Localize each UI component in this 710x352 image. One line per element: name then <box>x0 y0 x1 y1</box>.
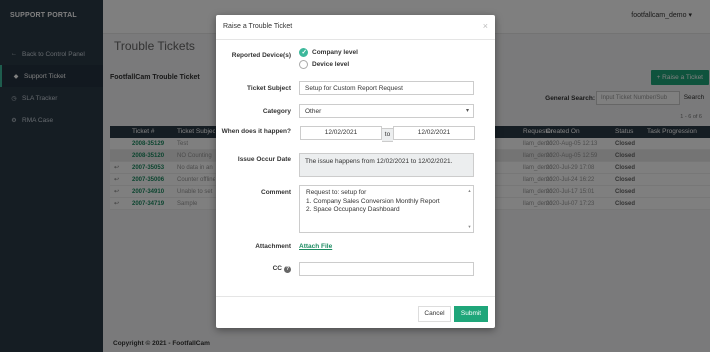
scrollbar[interactable]: ▲ ▼ <box>467 187 472 231</box>
radio-device-level[interactable]: Device level <box>299 60 349 69</box>
comment-line: 2. Space Occupancy Dashboard <box>306 206 400 213</box>
ticket-subject-input[interactable]: Setup for Custom Report Request <box>299 81 474 95</box>
reported-devices-label: Reported Device(s) <box>231 52 291 59</box>
date-from-input[interactable]: 12/02/2021 <box>300 126 382 140</box>
comment-line: 1. Company Sales Conversion Monthly Repo… <box>306 197 440 205</box>
cc-input[interactable] <box>299 262 474 276</box>
cc-label: CC? <box>221 265 291 273</box>
radio-label: Device level <box>312 61 350 68</box>
raise-ticket-modal: Raise a Trouble Ticket × Reported Device… <box>216 15 495 328</box>
ticket-subject-label: Ticket Subject <box>247 85 291 92</box>
radio-checked-icon <box>299 48 308 57</box>
issue-occur-date-field: The issue happens from 12/02/2021 to 12/… <box>299 153 474 177</box>
category-value: Other <box>305 108 322 115</box>
scroll-down-icon[interactable]: ▼ <box>468 223 472 232</box>
divider <box>216 39 495 40</box>
attach-file-link[interactable]: Attach File <box>299 243 332 250</box>
scroll-up-icon[interactable]: ▲ <box>468 187 472 196</box>
close-icon[interactable]: × <box>483 21 488 31</box>
when-label: When does it happen? <box>221 128 291 135</box>
radio-label: Company level <box>312 49 358 56</box>
submit-button[interactable]: Submit <box>454 306 488 322</box>
comment-label: Comment <box>261 189 291 196</box>
radio-company-level[interactable]: Company level <box>299 48 358 57</box>
cancel-button[interactable]: Cancel <box>418 306 451 322</box>
category-select[interactable]: Other ▾ <box>299 104 474 118</box>
cc-label-text: CC <box>272 265 282 272</box>
category-label: Category <box>262 108 291 115</box>
attachment-label: Attachment <box>255 243 291 250</box>
comment-line: Request to: setup for <box>306 189 367 196</box>
radio-unchecked-icon <box>299 60 308 69</box>
chevron-down-icon: ▾ <box>465 108 469 114</box>
question-icon[interactable]: ? <box>284 266 291 273</box>
date-to-input[interactable]: 12/02/2021 <box>393 126 475 140</box>
modal-title: Raise a Trouble Ticket <box>223 23 293 30</box>
comment-textarea[interactable]: Request to: setup for 1. Company Sales C… <box>299 185 474 233</box>
date-to-separator: to <box>382 128 393 142</box>
divider <box>216 296 495 297</box>
issue-occur-date-label: Issue Occur Date <box>237 156 291 163</box>
